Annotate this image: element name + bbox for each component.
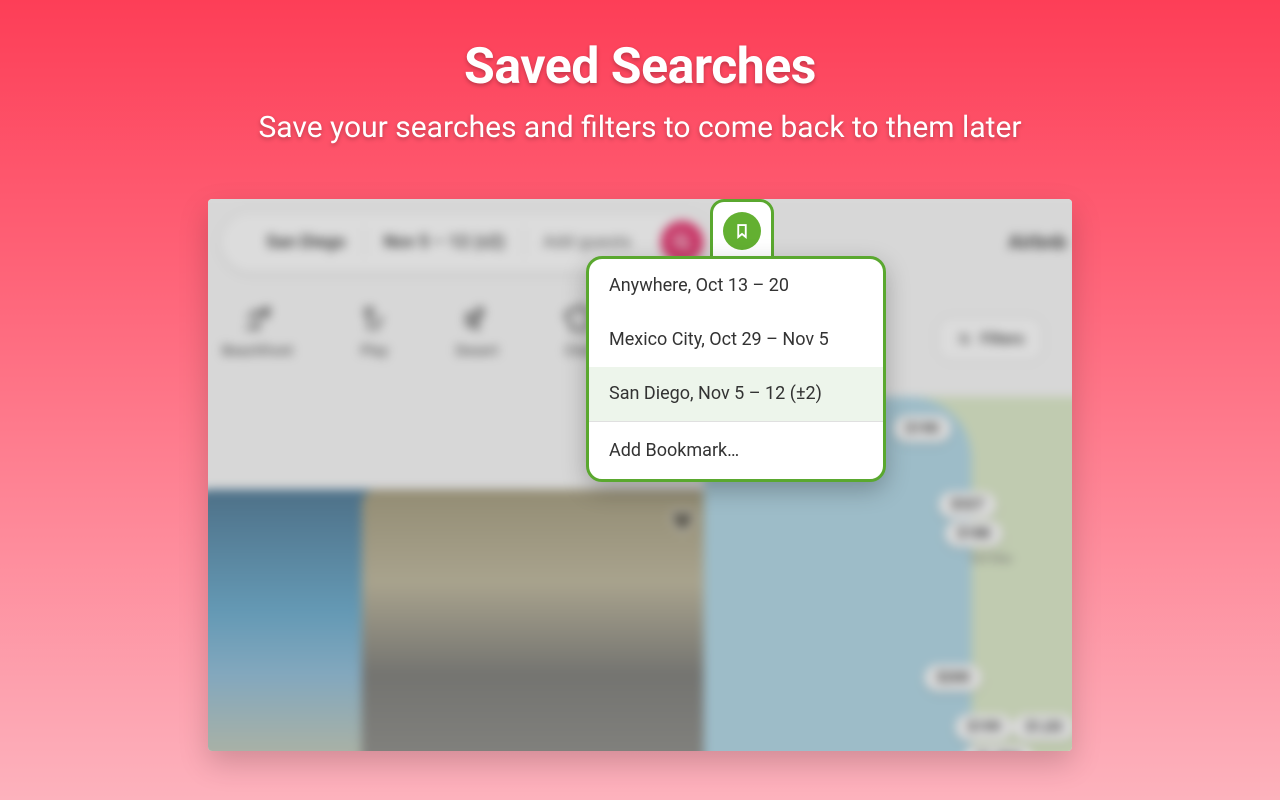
page-subtitle: Save your searches and filters to come b… xyxy=(258,110,1021,145)
add-bookmark-button[interactable]: Add Bookmark… xyxy=(589,422,883,479)
bookmark-icon xyxy=(733,222,751,240)
saved-search-item[interactable]: Mexico City, Oct 29 – Nov 5 xyxy=(589,313,883,367)
screenshot-frame: San Diego Nov 5 – 12 (±2) Add guests Air… xyxy=(208,199,1072,751)
saved-search-item-active[interactable]: San Diego, Nov 5 – 12 (±2) xyxy=(589,367,883,421)
bookmark-button[interactable] xyxy=(723,212,761,250)
popover-panel: Anywhere, Oct 13 – 20 Mexico City, Oct 2… xyxy=(586,256,886,482)
page-title: Saved Searches xyxy=(258,38,1021,96)
saved-search-item[interactable]: Anywhere, Oct 13 – 20 xyxy=(589,259,883,313)
bookmark-tab[interactable] xyxy=(710,199,774,259)
